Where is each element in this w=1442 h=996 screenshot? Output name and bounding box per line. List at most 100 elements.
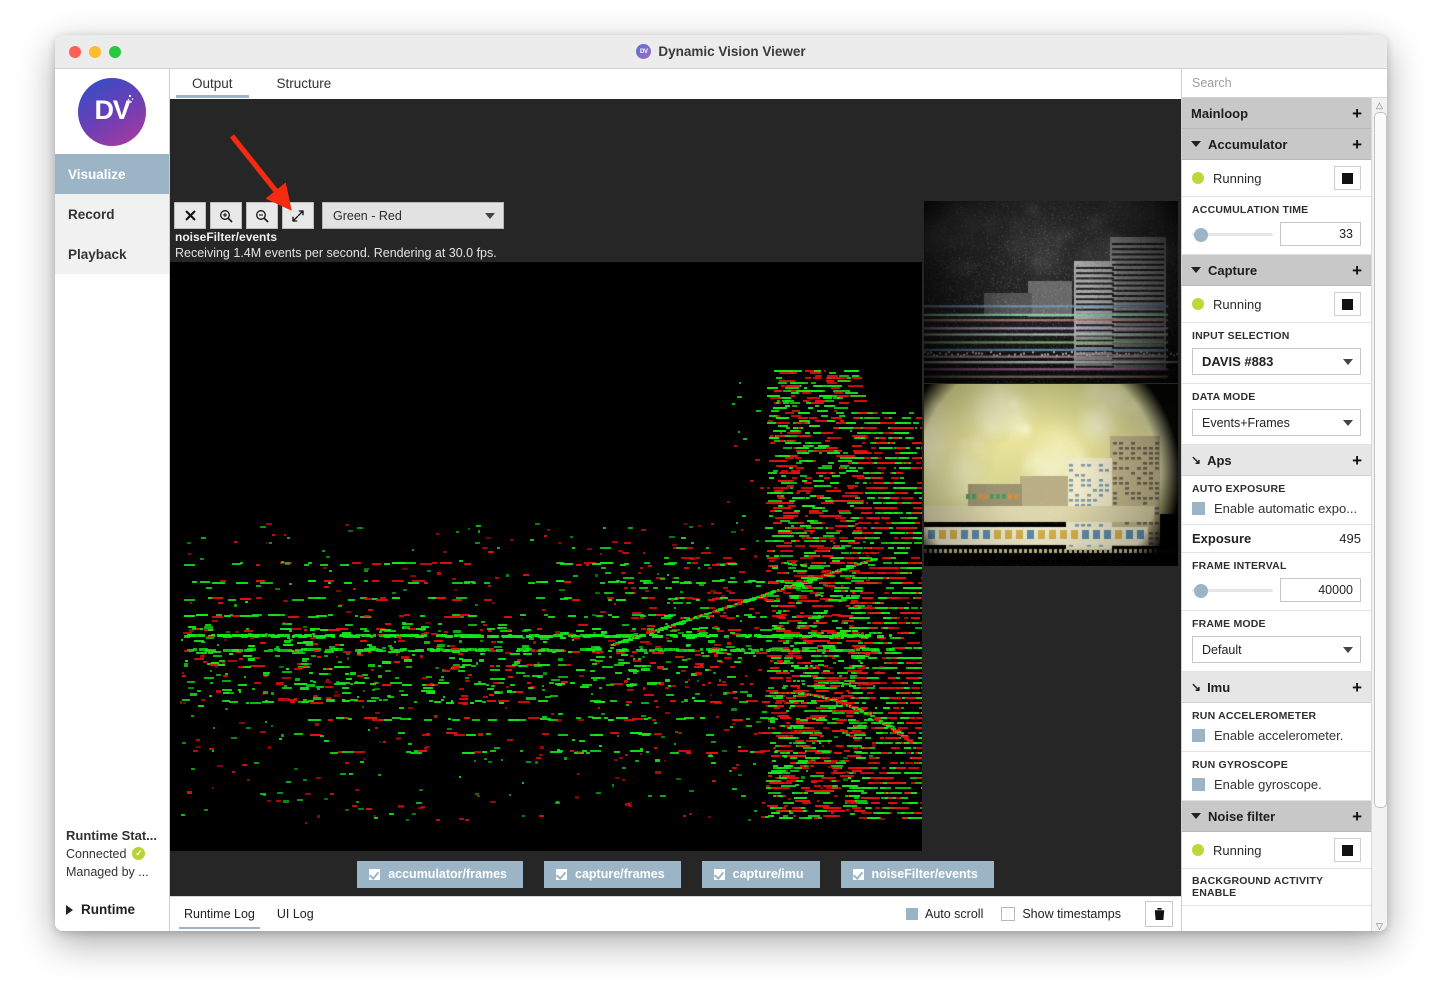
event-pixel — [378, 665, 382, 668]
stop-button[interactable] — [1334, 838, 1361, 862]
event-pixel — [354, 789, 359, 792]
group-header-noise-filter[interactable]: Noise filter + — [1182, 801, 1371, 832]
select-row: INPUT SELECTION DAVIS #883 — [1182, 323, 1371, 384]
event-pixel — [571, 638, 575, 642]
event-pixel — [208, 651, 213, 655]
maximize-window-button[interactable] — [109, 45, 121, 58]
status-row: Running — [1182, 286, 1371, 323]
value-slider[interactable] — [1192, 226, 1273, 242]
checkbox-icon[interactable] — [1192, 502, 1205, 515]
stream-toggle-label: capture/frames — [575, 867, 665, 881]
event-pixel — [360, 681, 363, 684]
minimize-window-button[interactable] — [89, 45, 101, 58]
event-pixel — [767, 422, 776, 425]
scroll-down-icon[interactable]: ▽ — [1376, 921, 1383, 931]
value-input[interactable]: 40000 — [1280, 578, 1361, 602]
event-pixel — [473, 759, 477, 762]
group-header-aps[interactable]: ↘ Aps + — [1182, 445, 1371, 476]
event-pixel — [184, 662, 189, 665]
scrollbar-thumb[interactable] — [1374, 112, 1387, 809]
group-header-capture[interactable]: Capture + — [1182, 255, 1371, 286]
event-pixel — [750, 683, 754, 686]
dropdown-select[interactable]: DAVIS #883 — [1192, 348, 1361, 375]
event-pixel — [339, 634, 345, 637]
checkbox-control[interactable]: Enable accelerometer. — [1192, 728, 1361, 743]
value-slider[interactable] — [1192, 582, 1273, 598]
checkbox-control[interactable]: Enable automatic expo... — [1192, 501, 1361, 516]
checkbox-icon[interactable] — [1192, 778, 1205, 791]
dropdown-select[interactable]: Default — [1192, 636, 1361, 663]
dropdown-select[interactable]: Events+Frames — [1192, 409, 1361, 436]
tab-output[interactable]: Output — [170, 69, 255, 98]
event-pixel — [452, 599, 463, 602]
zoom-in-button[interactable] — [210, 202, 242, 229]
search-box[interactable] — [1182, 69, 1387, 98]
value-input[interactable]: 33 — [1280, 222, 1361, 246]
sidebar-item-record[interactable]: Record — [55, 194, 169, 234]
accumulator-frame-thumbnail[interactable] — [924, 201, 1178, 383]
stop-button[interactable] — [1334, 292, 1361, 316]
event-pixel — [458, 775, 461, 778]
event-pixel — [560, 680, 568, 684]
event-pixel — [874, 622, 881, 625]
event-pixel — [613, 642, 619, 645]
close-window-button[interactable] — [69, 45, 81, 58]
event-pixel — [519, 664, 523, 668]
event-pixel — [630, 750, 643, 753]
event-pixel — [875, 757, 880, 760]
add-capture-button[interactable]: + — [1352, 262, 1362, 279]
capture-frame-thumbnail[interactable] — [924, 384, 1178, 566]
stream-toggle-capture-imu[interactable]: capture/imu — [701, 861, 820, 888]
add-noise-filter-button[interactable]: + — [1352, 808, 1362, 825]
checkbox-control[interactable]: Enable gyroscope. — [1192, 777, 1361, 792]
stream-toggle-accumulator-frames[interactable]: accumulator/frames — [357, 861, 524, 888]
colormap-select[interactable]: Green - Red — [322, 202, 504, 229]
auto-scroll-toggle[interactable]: Auto scroll — [905, 907, 983, 921]
stop-button[interactable] — [1334, 166, 1361, 190]
event-pixel — [305, 821, 308, 824]
tab-ui-log[interactable]: UI Log — [275, 900, 316, 929]
fit-to-view-button[interactable] — [282, 202, 314, 229]
event-pixel — [769, 442, 775, 445]
event-render-canvas[interactable] — [170, 262, 922, 851]
stream-toggle-capture-frames[interactable]: capture/frames — [544, 861, 681, 888]
event-pixel — [769, 477, 774, 480]
tab-structure[interactable]: Structure — [255, 69, 354, 98]
scroll-up-icon[interactable]: △ — [1376, 100, 1383, 110]
group-header-mainloop[interactable]: Mainloop + — [1182, 98, 1371, 129]
stream-toggle-noisefilter-events[interactable]: noiseFilter/events — [840, 861, 994, 888]
event-pixel — [733, 697, 738, 700]
window-controls[interactable] — [69, 45, 121, 58]
event-pixel — [877, 492, 891, 495]
close-view-button[interactable] — [174, 202, 206, 229]
search-input[interactable] — [1190, 75, 1379, 91]
event-pixel — [914, 802, 918, 805]
event-pixel — [640, 615, 646, 618]
add-mainloop-button[interactable]: + — [1352, 105, 1362, 122]
slider-knob[interactable] — [1193, 228, 1208, 242]
add-imu-button[interactable]: + — [1352, 679, 1362, 696]
sidebar-item-playback[interactable]: Playback — [55, 234, 169, 274]
tab-runtime-log[interactable]: Runtime Log — [179, 900, 260, 929]
add-accumulator-button[interactable]: + — [1352, 136, 1362, 153]
log-tab-label: UI Log — [276, 906, 314, 921]
scrollbar-track[interactable] — [1374, 112, 1387, 919]
event-pixel — [320, 734, 324, 737]
event-pixel — [812, 432, 821, 435]
runtime-expander[interactable]: Runtime — [55, 890, 169, 931]
show-timestamps-toggle[interactable]: Show timestamps — [1001, 907, 1121, 921]
sidebar-item-visualize[interactable]: Visualize — [55, 154, 169, 194]
event-pixel — [504, 706, 508, 709]
add-aps-button[interactable]: + — [1352, 452, 1362, 469]
slider-knob[interactable] — [1193, 584, 1208, 598]
event-pixel — [599, 611, 606, 614]
zoom-out-button[interactable] — [246, 202, 278, 229]
event-pixel — [771, 410, 780, 413]
group-header-imu[interactable]: ↘ Imu + — [1182, 672, 1371, 703]
properties-scrollbar[interactable]: △ ▽ — [1371, 98, 1387, 931]
event-pixel — [911, 617, 920, 620]
checkbox-icon[interactable] — [1192, 729, 1205, 742]
event-pixel — [868, 472, 872, 475]
group-header-accumulator[interactable]: Accumulator + — [1182, 129, 1371, 160]
clear-log-button[interactable] — [1145, 901, 1173, 927]
